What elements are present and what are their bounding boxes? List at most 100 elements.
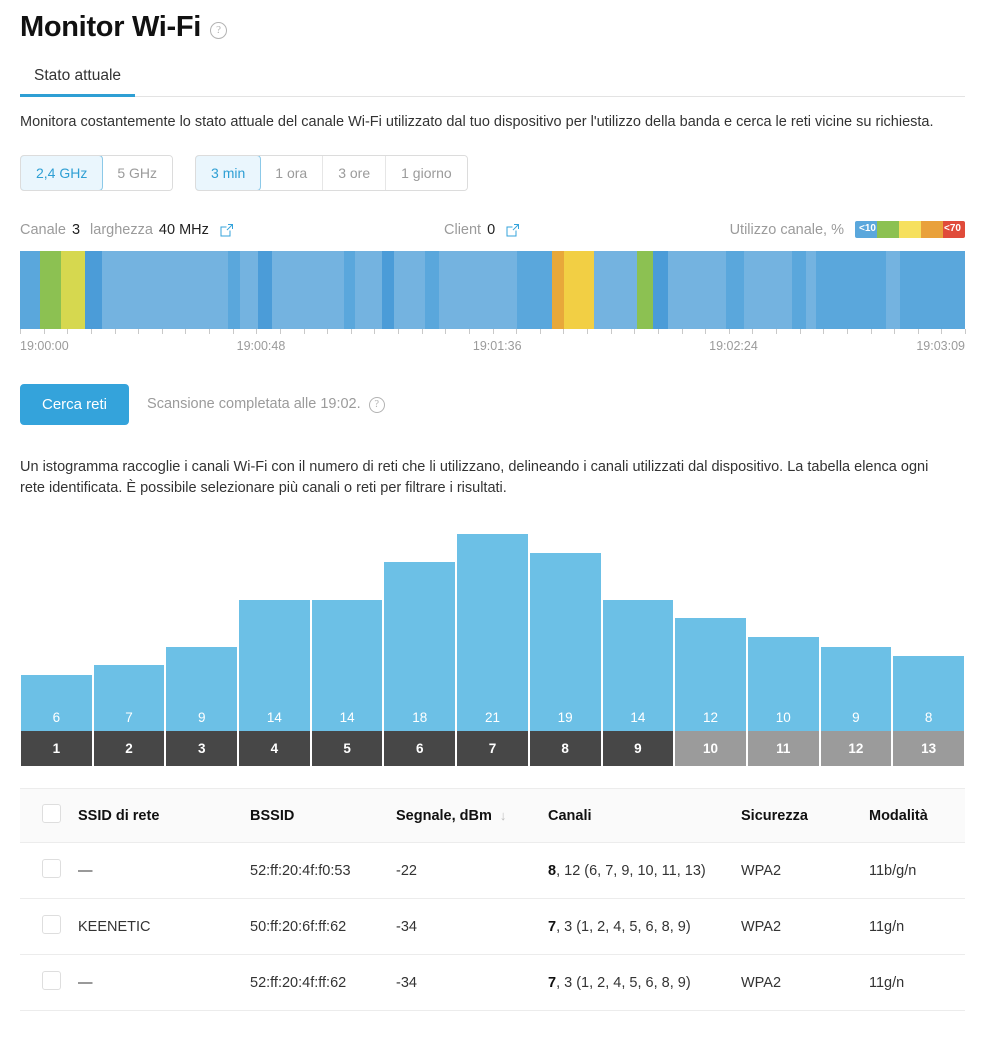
histogram-channel-label[interactable]: 3 <box>165 731 239 767</box>
histogram-bar[interactable]: 19 <box>528 553 602 732</box>
histogram-column[interactable]: 72 <box>92 534 166 767</box>
timeline-segment[interactable] <box>355 250 383 329</box>
histogram-bar[interactable]: 10 <box>746 637 820 732</box>
histogram-bar[interactable]: 8 <box>892 656 965 732</box>
histogram-channel-label[interactable]: 10 <box>674 731 747 767</box>
timeline-segment[interactable] <box>899 250 965 329</box>
range-option-3min[interactable]: 3 min <box>196 155 262 190</box>
timeline-segment[interactable] <box>239 250 258 329</box>
timeline-segment[interactable] <box>806 250 817 329</box>
timeline-segment[interactable] <box>272 250 345 329</box>
header-select-all[interactable] <box>20 788 78 844</box>
histogram-bar[interactable]: 9 <box>165 647 239 732</box>
timeline-segment[interactable] <box>725 250 744 329</box>
timeline-segment[interactable] <box>552 250 565 329</box>
table-row[interactable]: —52:ff:20:4f:f0:53 -22 8, 12 (6, 7, 9, 10,… <box>20 842 965 900</box>
timeline-segment[interactable] <box>816 250 887 329</box>
timeline-segment[interactable] <box>102 250 228 329</box>
histogram-column[interactable]: 21 7 <box>456 534 529 767</box>
timeline-segment[interactable] <box>85 250 103 329</box>
clients-external-link-icon[interactable] <box>505 222 521 238</box>
timeline-segment[interactable] <box>227 250 240 329</box>
legend-segment-lt10: <10 <box>855 221 877 239</box>
row-select-cell[interactable] <box>20 898 78 956</box>
histogram-channel-label[interactable]: 7 <box>456 731 529 767</box>
timeline-segment[interactable] <box>424 250 439 329</box>
histogram-column[interactable]: 14 5 <box>310 534 384 767</box>
header-security[interactable]: Sicurezza <box>741 788 869 844</box>
timeline-segment[interactable] <box>61 250 86 329</box>
histogram-channel-label[interactable]: 2 <box>92 731 166 767</box>
band-option-24ghz[interactable]: 2,4 GHz <box>21 155 104 190</box>
timeline-segment[interactable] <box>564 250 595 329</box>
header-signal[interactable]: Segnale, dBm ↓ <box>396 788 548 844</box>
timeline-segment[interactable] <box>594 250 638 329</box>
histogram-bar[interactable]: 14 <box>238 600 311 732</box>
title-help-icon[interactable]: ? <box>210 21 228 39</box>
table-row[interactable]: —52:ff:20:4f:ff:62 -34 7, 3 (1, 2, 4, 5, 6… <box>20 954 965 1012</box>
histogram-channel-label[interactable]: 13 <box>892 731 965 767</box>
row-checkbox[interactable] <box>42 859 61 879</box>
row-checkbox[interactable] <box>42 971 61 991</box>
histogram-column[interactable]: 14 9 <box>601 534 675 767</box>
tab-stato-attuale[interactable]: Stato attuale <box>20 61 136 97</box>
scan-networks-button[interactable]: Cerca reti <box>20 383 130 425</box>
histogram-bar[interactable]: 21 <box>456 534 529 732</box>
histogram-bar[interactable]: 7 <box>92 665 166 732</box>
histogram-column[interactable]: 93 <box>165 534 239 767</box>
histogram-channel-label[interactable]: 6 <box>383 731 457 767</box>
page-root: Monitor Wi-Fi ? Stato attuale Monitora c… <box>0 0 985 1012</box>
timeline-bars[interactable] <box>20 250 965 329</box>
histogram-bar[interactable]: 18 <box>383 562 457 732</box>
band-option-5ghz[interactable]: 5 GHz <box>102 155 173 190</box>
histogram-channel-label[interactable]: 4 <box>238 731 311 767</box>
timeline-segment[interactable] <box>743 250 793 329</box>
header-channels[interactable]: Canali <box>548 788 741 844</box>
timeline-segment[interactable] <box>438 250 517 329</box>
timeline-segment[interactable] <box>886 250 900 329</box>
timeline-segment[interactable] <box>257 250 272 329</box>
histogram-channel-label[interactable]: 9 <box>601 731 675 767</box>
histogram-bar[interactable]: 12 <box>674 618 747 732</box>
histogram-bar[interactable]: 14 <box>310 600 384 732</box>
histogram-column[interactable]: 10 11 <box>746 534 820 767</box>
header-bssid[interactable]: BSSID <box>250 788 396 844</box>
timeline-segment[interactable] <box>516 250 553 329</box>
histogram-column[interactable]: 19 8 <box>528 534 602 767</box>
histogram-bar[interactable]: 9 <box>819 647 893 732</box>
histogram-bar[interactable]: 14 <box>601 600 675 732</box>
scan-help-icon[interactable]: ? <box>368 396 385 413</box>
row-checkbox[interactable] <box>42 915 61 935</box>
timeline-segment[interactable] <box>792 250 807 329</box>
timeline-segment[interactable] <box>344 250 356 329</box>
range-option-3ore[interactable]: 3 ore <box>323 155 387 190</box>
histogram-channel-label[interactable]: 1 <box>20 731 93 767</box>
histogram-channel-label[interactable]: 11 <box>746 731 820 767</box>
histogram-bar[interactable]: 6 <box>20 675 93 732</box>
histogram-column[interactable]: 12 10 <box>674 534 747 767</box>
external-link-icon[interactable] <box>219 222 235 238</box>
table-row[interactable]: KEENETIC 50:ff:20:6f:ff:62 -34 7, 3 (1, 2, … <box>20 898 965 956</box>
timeline-segment[interactable] <box>667 250 726 329</box>
histogram-column[interactable]: 14 4 <box>238 534 311 767</box>
timeline-segment[interactable] <box>40 250 62 329</box>
range-option-1ora[interactable]: 1 ora <box>260 155 324 190</box>
histogram-column[interactable]: 8 13 <box>892 534 965 767</box>
histogram-column[interactable]: 18 6 <box>383 534 457 767</box>
timeline-segment[interactable] <box>20 250 41 329</box>
histogram-column[interactable]: 9 12 <box>819 534 893 767</box>
histogram-channel-label[interactable]: 5 <box>310 731 384 767</box>
row-select-cell[interactable] <box>20 954 78 1012</box>
timeline-segment[interactable] <box>637 250 653 329</box>
row-select-cell[interactable] <box>20 842 78 900</box>
histogram-channel-label[interactable]: 12 <box>819 731 893 767</box>
histogram-column[interactable]: 61 <box>20 534 93 767</box>
timeline-segment[interactable] <box>652 250 668 329</box>
header-mode[interactable]: Modalità <box>869 788 965 844</box>
timeline-segment[interactable] <box>394 250 425 329</box>
select-all-checkbox[interactable] <box>42 804 61 824</box>
histogram-channel-label[interactable]: 8 <box>528 731 602 767</box>
range-option-1giorno[interactable]: 1 giorno <box>386 155 467 190</box>
header-ssid[interactable]: SSID di rete <box>78 788 250 844</box>
timeline-segment[interactable] <box>382 250 395 329</box>
